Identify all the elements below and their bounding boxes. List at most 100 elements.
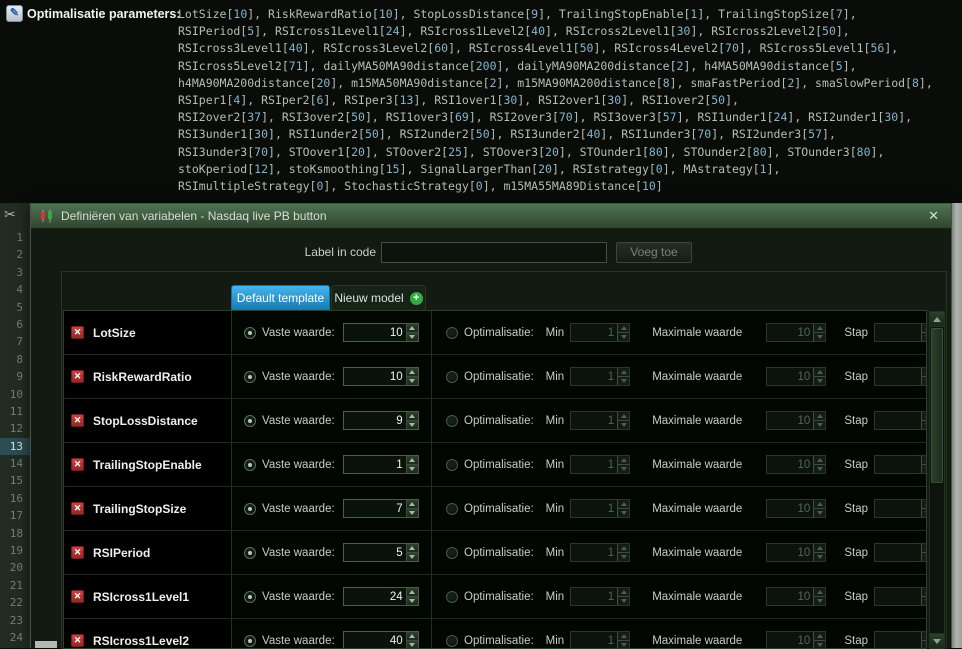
tab-default-template[interactable]: Default template — [231, 285, 330, 310]
spinner-down-button[interactable] — [618, 376, 630, 385]
min-input[interactable] — [571, 456, 618, 473]
optimization-radio[interactable] — [446, 590, 458, 603]
spinner-up-button[interactable] — [406, 412, 418, 420]
delete-row-icon[interactable]: ✕ — [71, 634, 84, 647]
fixed-value-radio[interactable] — [244, 326, 256, 339]
max-input[interactable] — [767, 456, 814, 473]
close-icon[interactable]: ✕ — [925, 208, 942, 224]
max-input[interactable] — [767, 632, 814, 648]
scroll-down-button[interactable] — [930, 633, 944, 648]
fixed-value-radio[interactable] — [244, 502, 256, 515]
spinner-down-button[interactable] — [618, 596, 630, 605]
scissors-icon[interactable]: ✂ — [4, 206, 16, 223]
max-input[interactable] — [767, 588, 814, 605]
add-button[interactable]: Voeg toe — [616, 242, 692, 263]
spinner-up-button[interactable] — [618, 324, 630, 332]
tab-new-model[interactable]: Nieuw model + — [331, 285, 426, 310]
spinner-down-button[interactable] — [922, 464, 926, 473]
step-input[interactable] — [875, 632, 921, 648]
scroll-up-button[interactable] — [930, 312, 944, 327]
fixed-value-radio[interactable] — [244, 458, 256, 471]
spinner-up-button[interactable] — [922, 500, 926, 508]
fixed-value-input[interactable] — [343, 500, 406, 517]
delete-row-icon[interactable]: ✕ — [71, 502, 84, 515]
spinner-up-button[interactable] — [406, 456, 418, 464]
max-input[interactable] — [767, 324, 814, 341]
label-in-code-input[interactable] — [381, 242, 607, 263]
step-input[interactable] — [875, 324, 921, 341]
spinner-up-button[interactable] — [406, 632, 418, 640]
spinner-up-button[interactable] — [814, 456, 826, 464]
step-input[interactable] — [875, 544, 921, 561]
spinner-up-button[interactable] — [814, 412, 826, 420]
spinner-down-button[interactable] — [406, 376, 418, 385]
spinner-down-button[interactable] — [922, 552, 926, 561]
spinner-up-button[interactable] — [406, 368, 418, 376]
spinner-down-button[interactable] — [618, 420, 630, 429]
delete-row-icon[interactable]: ✕ — [71, 414, 84, 427]
spinner-up-button[interactable] — [814, 632, 826, 640]
max-input[interactable] — [767, 412, 814, 429]
spinner-up-button[interactable] — [618, 544, 630, 552]
spinner-down-button[interactable] — [406, 508, 418, 517]
optimization-radio[interactable] — [446, 546, 458, 559]
fixed-value-input[interactable] — [343, 588, 406, 605]
fixed-value-radio[interactable] — [244, 546, 256, 559]
spinner-up-button[interactable] — [922, 588, 926, 596]
spinner-up-button[interactable] — [814, 324, 826, 332]
spinner-down-button[interactable] — [922, 332, 926, 341]
spinner-down-button[interactable] — [814, 464, 826, 473]
spinner-down-button[interactable] — [406, 552, 418, 561]
spinner-down-button[interactable] — [814, 508, 826, 517]
spinner-up-button[interactable] — [406, 324, 418, 332]
spinner-up-button[interactable] — [922, 544, 926, 552]
spinner-down-button[interactable] — [618, 552, 630, 561]
spinner-up-button[interactable] — [618, 632, 630, 640]
spinner-up-button[interactable] — [922, 368, 926, 376]
min-input[interactable] — [571, 368, 618, 385]
step-input[interactable] — [875, 588, 921, 605]
fixed-value-input[interactable] — [343, 324, 406, 341]
spinner-down-button[interactable] — [814, 596, 826, 605]
optimization-radio[interactable] — [446, 634, 458, 647]
min-input[interactable] — [571, 544, 618, 561]
spinner-down-button[interactable] — [618, 508, 630, 517]
spinner-down-button[interactable] — [618, 332, 630, 341]
delete-row-icon[interactable]: ✕ — [71, 458, 84, 471]
max-input[interactable] — [767, 368, 814, 385]
spinner-down-button[interactable] — [922, 596, 926, 605]
spinner-down-button[interactable] — [922, 508, 926, 517]
spinner-up-button[interactable] — [922, 324, 926, 332]
scrollbar-thumb[interactable] — [931, 328, 943, 483]
optimization-radio[interactable] — [446, 326, 458, 339]
min-input[interactable] — [571, 588, 618, 605]
spinner-down-button[interactable] — [814, 332, 826, 341]
min-input[interactable] — [571, 324, 618, 341]
spinner-up-button[interactable] — [618, 412, 630, 420]
optimization-radio[interactable] — [446, 414, 458, 427]
spinner-up-button[interactable] — [406, 588, 418, 596]
spinner-up-button[interactable] — [406, 544, 418, 552]
fixed-value-input[interactable] — [343, 368, 406, 385]
spinner-up-button[interactable] — [618, 500, 630, 508]
fixed-value-radio[interactable] — [244, 370, 256, 383]
max-input[interactable] — [767, 500, 814, 517]
dialog-titlebar[interactable]: Definiëren van variabelen - Nasdaq live … — [31, 204, 951, 229]
step-input[interactable] — [875, 456, 921, 473]
spinner-up-button[interactable] — [814, 368, 826, 376]
max-input[interactable] — [767, 544, 814, 561]
optimization-radio[interactable] — [446, 502, 458, 515]
delete-row-icon[interactable]: ✕ — [71, 370, 84, 383]
min-input[interactable] — [571, 500, 618, 517]
spinner-down-button[interactable] — [406, 596, 418, 605]
fixed-value-input[interactable] — [343, 456, 406, 473]
delete-row-icon[interactable]: ✕ — [71, 326, 84, 339]
spinner-down-button[interactable] — [406, 464, 418, 473]
spinner-up-button[interactable] — [406, 500, 418, 508]
delete-row-icon[interactable]: ✕ — [71, 546, 84, 559]
spinner-up-button[interactable] — [922, 456, 926, 464]
spinner-down-button[interactable] — [406, 420, 418, 429]
fixed-value-input[interactable] — [343, 412, 406, 429]
min-input[interactable] — [571, 632, 618, 648]
fixed-value-radio[interactable] — [244, 590, 256, 603]
